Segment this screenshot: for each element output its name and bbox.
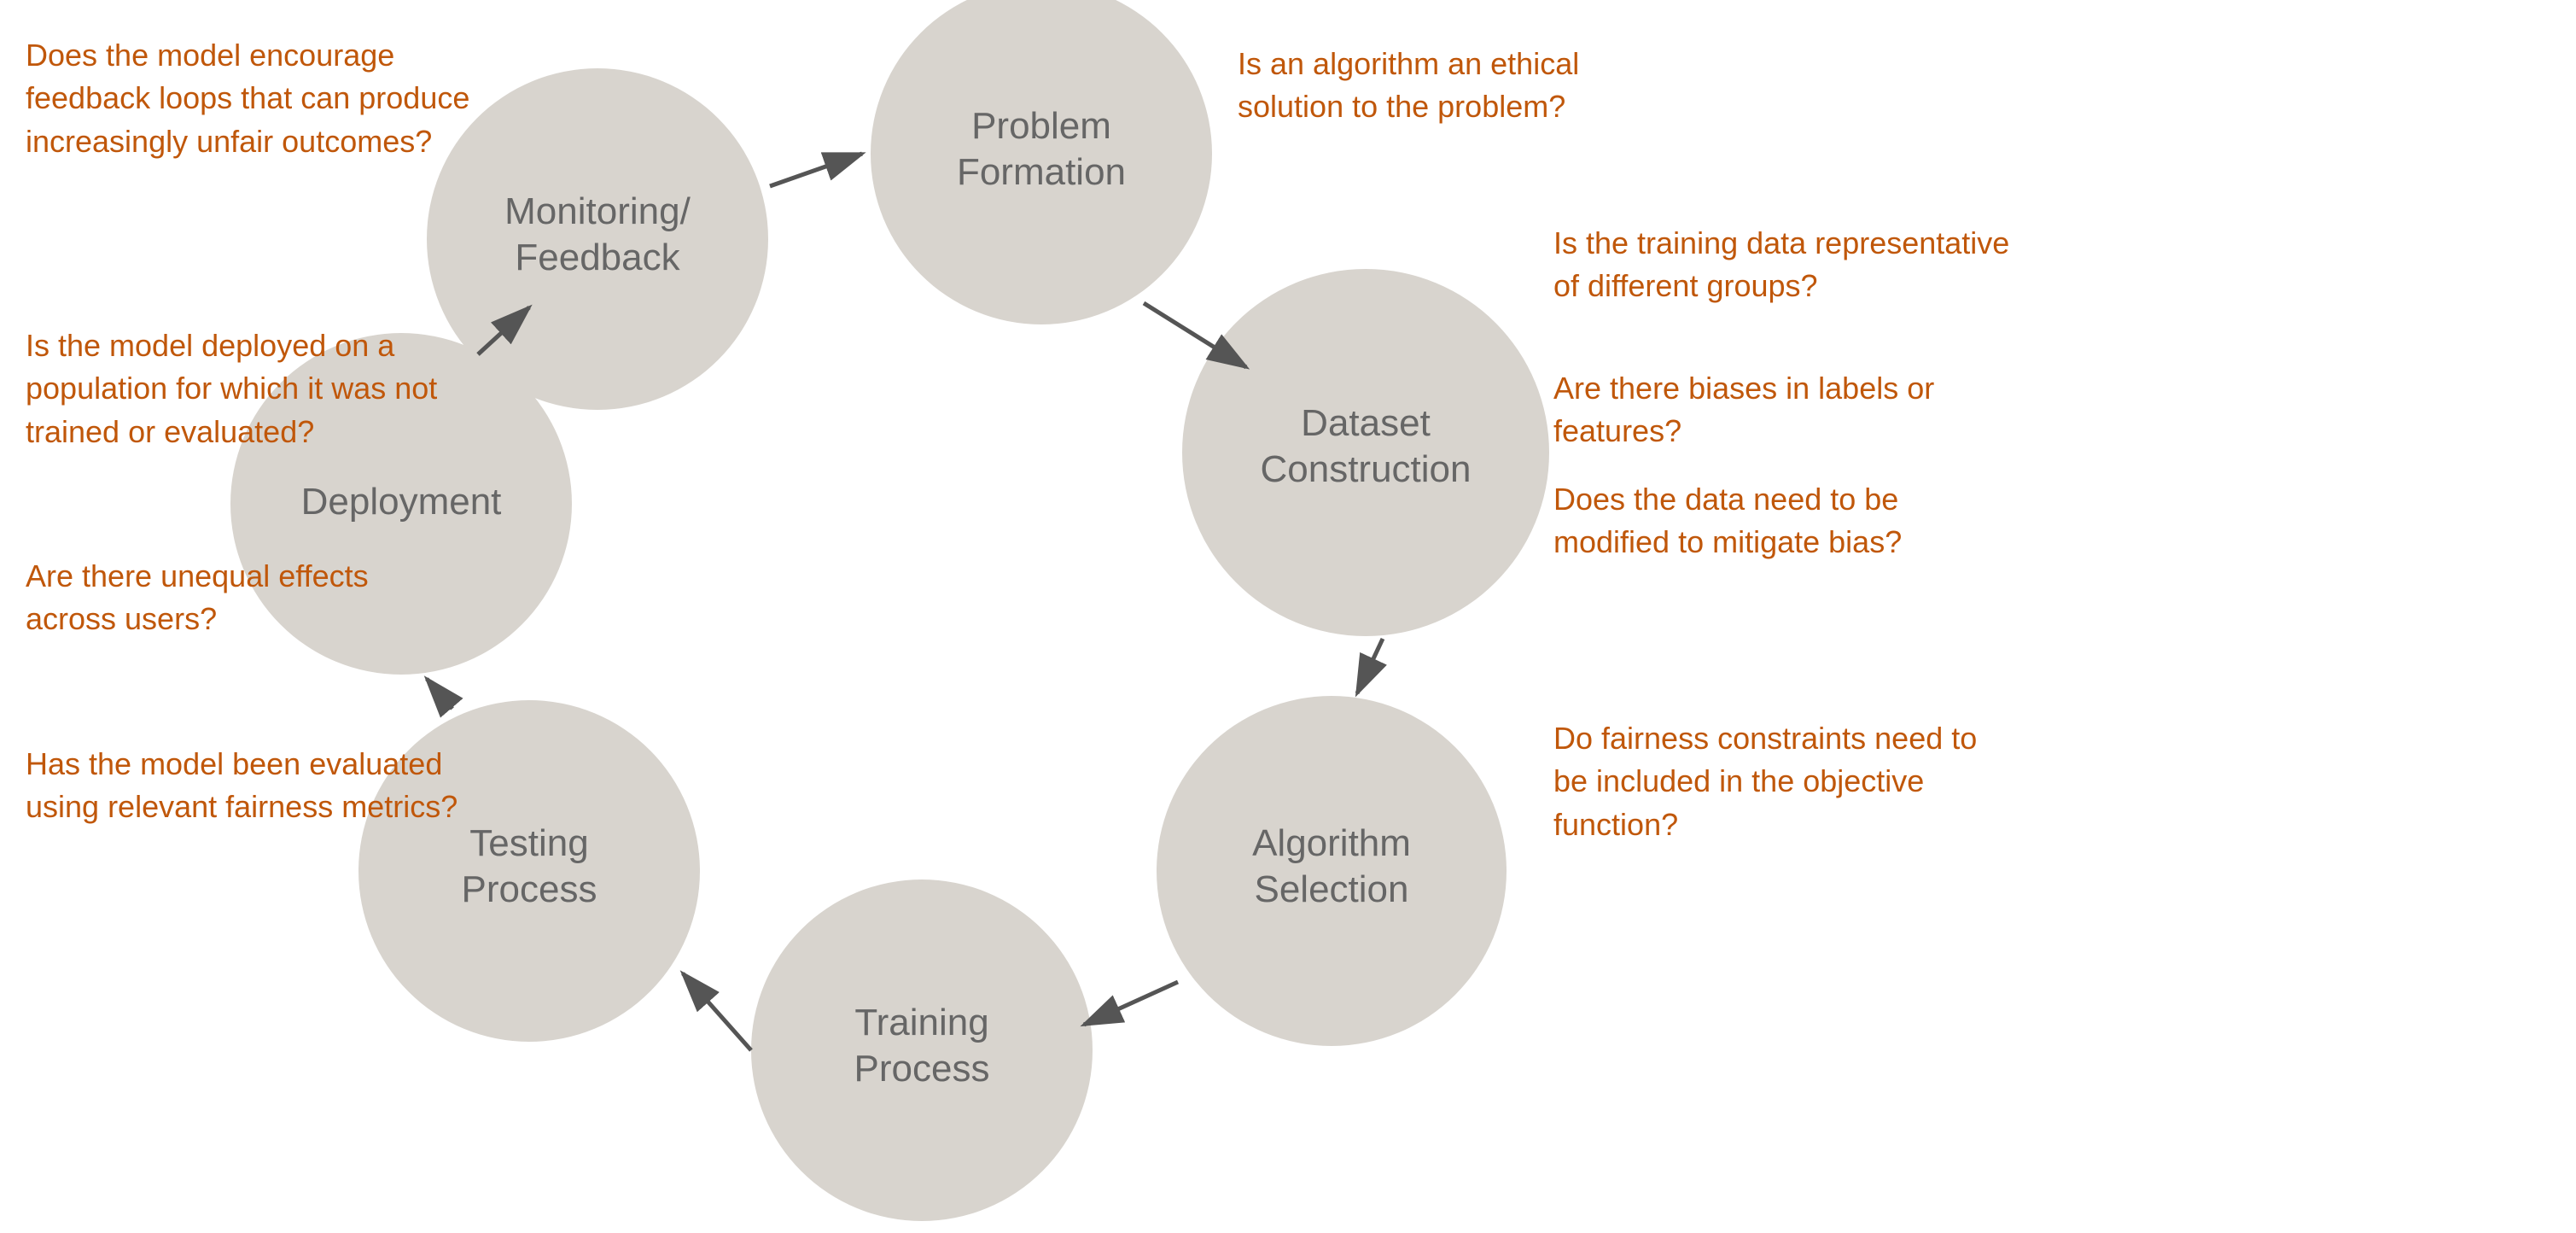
arrow-deployment-to-monitoring: [478, 307, 529, 354]
dataset-label2: Construction: [1260, 448, 1471, 490]
deployment-label: Deployment: [301, 481, 502, 523]
dataset-label: Dataset: [1301, 402, 1431, 444]
training-label2: Process: [854, 1048, 990, 1090]
monitoring-label2: Feedback: [515, 237, 680, 278]
training-process-circle: [751, 879, 1093, 1221]
monitoring-label: Monitoring/: [504, 190, 691, 232]
testing-label2: Process: [462, 868, 597, 910]
arrow-algorithm-to-training: [1084, 982, 1178, 1025]
annotation-training-data: Is the training data representative of d…: [1553, 222, 2031, 308]
annotation-deployed: Is the model deployed on a population fo…: [26, 324, 469, 453]
problem-label2: Formation: [957, 151, 1126, 193]
algorithm-selection-circle: [1157, 696, 1507, 1046]
arrow-dataset-to-algorithm: [1357, 639, 1383, 693]
annotation-ethical: Is an algorithm an ethical solution to t…: [1238, 43, 1664, 129]
arrow-training-to-testing: [683, 973, 751, 1050]
arrow-testing-to-deployment: [427, 679, 452, 709]
training-label: Training: [854, 1002, 988, 1043]
arrow-problem-to-dataset: [1144, 303, 1246, 367]
annotation-modify: Does the data need to be modified to mit…: [1553, 478, 2014, 564]
diagram-container: Monitoring/ Feedback Problem Formation D…: [0, 0, 2576, 1233]
annotation-fairness-constraints: Do fairness constraints need to be inclu…: [1553, 717, 2014, 846]
arrow-monitoring-to-problem: [770, 154, 862, 186]
annotation-fairness-metrics: Has the model been evaluated using relev…: [26, 743, 487, 829]
dataset-construction-circle: [1182, 269, 1549, 636]
testing-label: Testing: [469, 822, 588, 864]
algorithm-label2: Selection: [1254, 868, 1408, 910]
annotation-feedback-loops: Does the model encourage feedback loops …: [26, 34, 504, 163]
problem-label: Problem: [971, 105, 1111, 147]
problem-formation-circle: [871, 0, 1212, 324]
algorithm-label: Algorithm: [1252, 822, 1411, 864]
annotation-unequal: Are there unequal effects across users?: [26, 555, 435, 641]
annotation-biases: Are there biases in labels or features?: [1553, 367, 2014, 453]
